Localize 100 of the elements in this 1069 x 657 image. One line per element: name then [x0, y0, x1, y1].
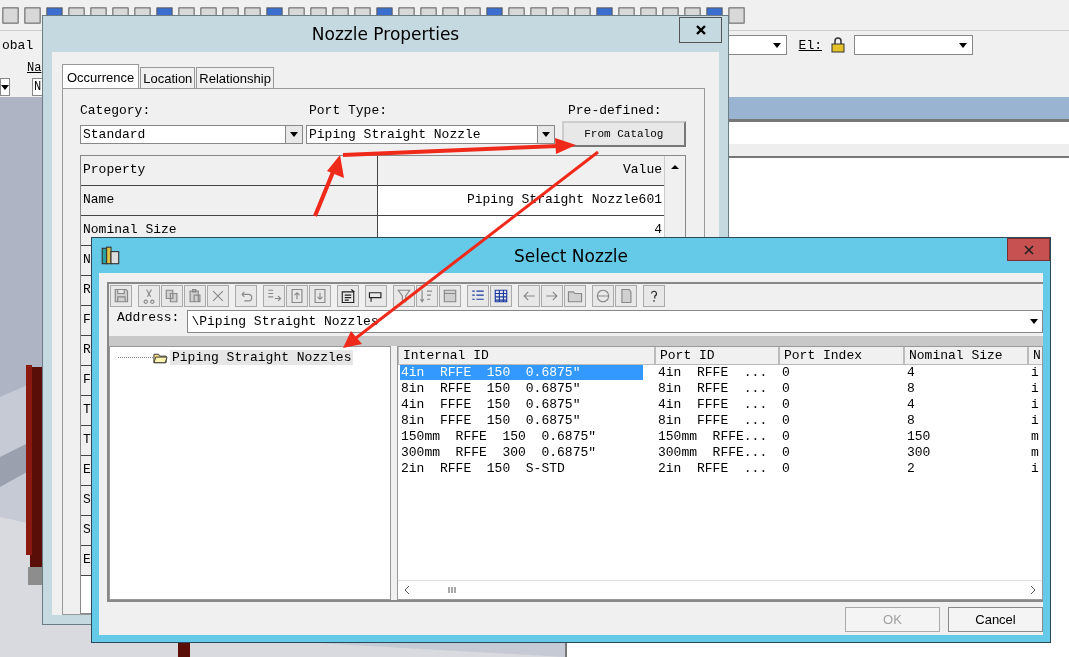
list-cell[interactable]: 8 — [906, 381, 916, 396]
column-header[interactable]: Port Index — [779, 347, 904, 365]
list-cell[interactable]: 300 — [906, 445, 932, 460]
books-icon — [100, 244, 122, 267]
scroll-thumb[interactable] — [446, 585, 458, 595]
paste-icon — [186, 287, 204, 305]
dropdown[interactable] — [0, 78, 10, 96]
list-cell[interactable]: 0 — [781, 461, 791, 476]
indent-button[interactable] — [263, 285, 285, 307]
list-cell[interactable]: 4in FFFE 150 0.6875″ — [400, 397, 582, 412]
document-button[interactable] — [615, 285, 637, 307]
up-arrow-button[interactable] — [286, 285, 308, 307]
list-cell[interactable]: i — [1030, 397, 1040, 412]
cancel-button[interactable]: Cancel — [948, 607, 1043, 632]
field-label: Port Type: — [309, 103, 388, 120]
list-cell[interactable]: 4 — [906, 397, 916, 412]
window-title: Select Nozzle — [514, 245, 628, 266]
close-icon — [694, 24, 707, 36]
list-cell[interactable]: 2in RFFE 150 S-STD — [400, 461, 566, 476]
list-cell[interactable]: i — [1030, 381, 1040, 396]
folder-icon — [153, 351, 168, 364]
forward-button[interactable] — [541, 285, 563, 307]
list-cell[interactable]: 8in FFFE ... — [657, 413, 769, 428]
column-header[interactable]: Port ID — [655, 347, 779, 365]
list-cell[interactable]: 8in FFFE 150 0.6875″ — [400, 413, 582, 428]
column-header[interactable]: Nominal Size — [904, 347, 1028, 365]
list-cell[interactable]: 0 — [781, 413, 791, 428]
lock-icon — [830, 37, 846, 53]
delete-button[interactable] — [207, 285, 229, 307]
value-cell-text: 4 — [653, 221, 663, 239]
tab[interactable]: Relationship — [196, 67, 274, 88]
list-cell[interactable]: m — [1030, 429, 1040, 444]
address-label: Address: — [116, 309, 181, 325]
paste-button[interactable] — [184, 285, 206, 307]
copy-button[interactable] — [161, 285, 183, 307]
help-button[interactable] — [643, 285, 665, 307]
list-cell[interactable]: 8in RFFE 150 0.6875″ — [400, 381, 582, 396]
list-cell[interactable]: 0 — [781, 429, 791, 444]
scroll-up-icon[interactable] — [670, 162, 680, 172]
down-arrow-icon — [311, 287, 329, 305]
list-view-button[interactable] — [467, 285, 489, 307]
port-type-dropdown[interactable]: Piping Straight Nozzle — [306, 124, 555, 144]
close-icon — [1022, 243, 1035, 256]
list-cell[interactable]: 4in RFFE ... — [657, 365, 769, 380]
folder-button[interactable] — [564, 285, 586, 307]
tool-icon[interactable] — [726, 4, 747, 26]
save-icon — [112, 287, 130, 305]
down-arrow-button[interactable] — [309, 285, 331, 307]
cut-button[interactable] — [138, 285, 160, 307]
list-cell[interactable]: m — [1030, 445, 1040, 460]
list-cell[interactable]: 4in FFFE ... — [657, 397, 769, 412]
grid-view-button[interactable] — [490, 285, 512, 307]
tab[interactable]: Location — [140, 67, 196, 88]
window-title: Nozzle Properties — [311, 24, 460, 44]
up-arrow-icon — [288, 287, 306, 305]
list-cell[interactable]: 150 — [906, 429, 932, 444]
field-label: El: — [798, 37, 822, 53]
list-cell[interactable]: 0 — [781, 397, 791, 412]
list-cell[interactable]: i — [1030, 461, 1040, 476]
list-cell[interactable]: 2 — [906, 461, 916, 476]
sort-button[interactable] — [416, 285, 438, 307]
panel-icon — [441, 287, 459, 305]
property-cell: Name — [81, 186, 378, 215]
list-cell[interactable]: 2in RFFE ... — [657, 461, 769, 476]
category-dropdown[interactable]: Standard — [80, 124, 303, 144]
save-button[interactable] — [110, 285, 132, 307]
properties-icon — [339, 287, 357, 305]
scroll-right-icon[interactable] — [1028, 585, 1038, 595]
undo-button[interactable] — [235, 285, 257, 307]
list-cell[interactable]: 150mm RFFE 150 0.6875″ — [400, 429, 598, 444]
address-field[interactable]: \Piping Straight Nozzles — [187, 310, 1043, 333]
list-cell[interactable]: 4 — [906, 365, 916, 380]
list-cell[interactable]: 0 — [781, 445, 791, 460]
back-button[interactable] — [518, 285, 540, 307]
list-cell[interactable]: 300mm RFFE 300 0.6875″ — [400, 445, 598, 460]
catalog-button[interactable]: From Catalog — [561, 121, 686, 147]
panel-button[interactable] — [439, 285, 461, 307]
list-cell[interactable]: 0 — [781, 365, 791, 380]
tag-button[interactable] — [365, 285, 387, 307]
tool-icon[interactable] — [0, 4, 21, 26]
field-label: Pre-defined: — [568, 103, 662, 120]
scroll-left-icon[interactable] — [402, 585, 412, 595]
properties-button[interactable] — [337, 285, 359, 307]
list-cell[interactable]: 300mm RFFE... — [657, 445, 769, 460]
close-button[interactable] — [679, 17, 722, 43]
list-cell[interactable]: 0 — [781, 381, 791, 396]
list-cell[interactable]: i — [1030, 413, 1040, 428]
list-cell[interactable]: i — [1030, 365, 1040, 380]
tree-item[interactable]: Piping Straight Nozzles — [170, 350, 354, 365]
column-header[interactable]: Internal ID — [398, 347, 655, 365]
column-header: Value — [378, 156, 664, 185]
tab[interactable]: Occurrence — [62, 64, 140, 88]
list-cell[interactable]: 8in RFFE ... — [657, 381, 769, 396]
scope-field[interactable]: obal — [0, 37, 34, 53]
field-label: Category: — [80, 103, 152, 120]
column-header[interactable]: N — [1028, 347, 1042, 365]
list-cell[interactable]: 8 — [906, 413, 916, 428]
tool-icon[interactable] — [22, 4, 43, 26]
column-header: Property — [81, 156, 378, 185]
list-cell[interactable]: 150mm RFFE... — [657, 429, 769, 444]
